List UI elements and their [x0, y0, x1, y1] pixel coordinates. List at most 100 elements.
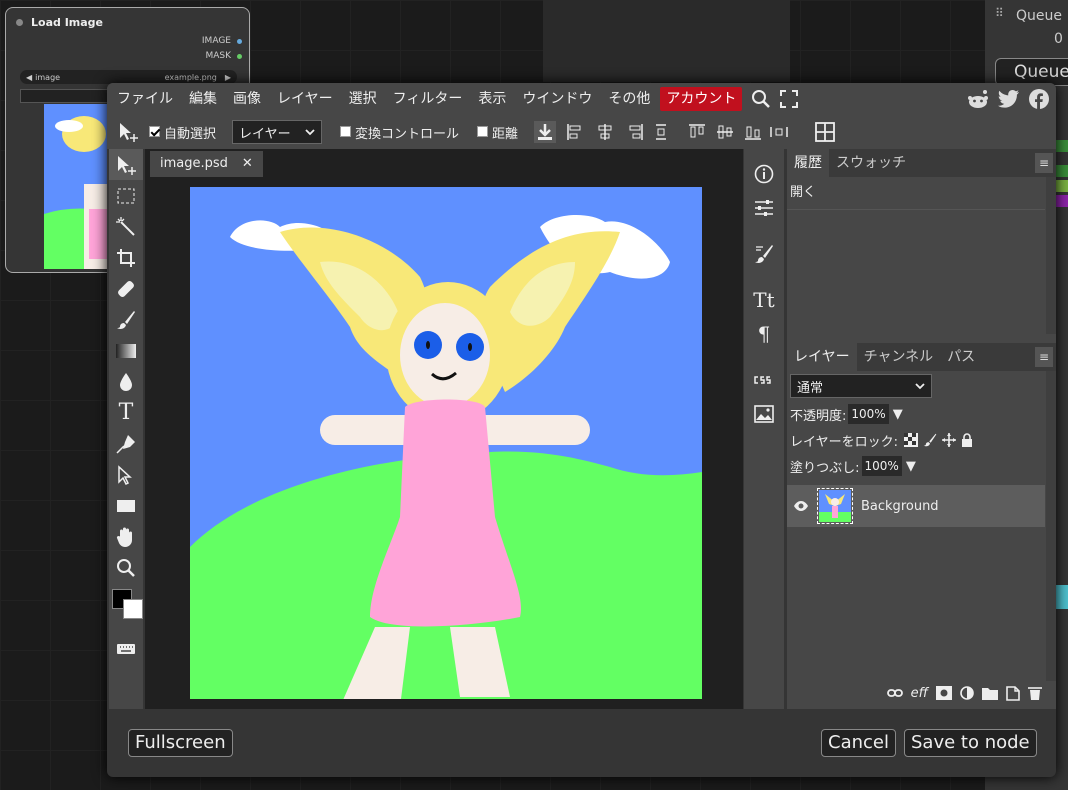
tab-layers[interactable]: レイヤー — [787, 343, 857, 371]
layers-panel-menu-icon[interactable]: ≡ — [1035, 347, 1053, 367]
tab-history[interactable]: 履歴 — [787, 149, 829, 177]
image-icon[interactable] — [744, 397, 784, 431]
distance-checkbox[interactable] — [477, 125, 492, 140]
combo-right-arrow-icon[interactable]: ▶ — [225, 73, 231, 82]
text-tool-icon[interactable]: T — [109, 397, 143, 428]
menu-edit[interactable]: 編集 — [183, 87, 223, 111]
shape-tool-icon[interactable] — [109, 490, 143, 521]
facebook-icon[interactable] — [1028, 88, 1050, 110]
delete-layer-icon[interactable] — [1028, 686, 1042, 701]
fill-dropdown-icon[interactable]: ▼ — [906, 459, 916, 474]
fullscreen-toggle-icon[interactable] — [778, 88, 800, 110]
align-top-icon[interactable] — [686, 121, 708, 143]
search-icon[interactable] — [750, 88, 772, 110]
document-tab[interactable]: image.psd ✕ — [150, 151, 263, 177]
info-icon[interactable] — [744, 157, 784, 191]
history-panel-menu-icon[interactable]: ≡ — [1035, 153, 1053, 173]
drag-handle-icon[interactable]: ⠿ — [995, 6, 1004, 20]
layer-row[interactable]: Background — [787, 485, 1045, 527]
transform-controls-check-icon[interactable] — [340, 125, 352, 137]
adjustment-layer-icon[interactable] — [960, 686, 974, 700]
image-combo[interactable]: ◀ image example.png ▶ — [20, 70, 237, 84]
combo-left-arrow-icon[interactable]: ◀ — [26, 73, 32, 82]
hand-tool-icon[interactable] — [109, 521, 143, 552]
eye-icon[interactable] — [793, 500, 809, 512]
output-mask[interactable]: MASK — [6, 51, 249, 66]
brush-settings-icon[interactable] — [744, 237, 784, 271]
tab-paths[interactable]: パス — [940, 343, 982, 371]
menu-file[interactable]: ファイル — [111, 87, 179, 111]
close-tab-icon[interactable]: ✕ — [242, 151, 253, 177]
menu-window[interactable]: ウインドウ — [516, 87, 598, 111]
lock-position-icon[interactable] — [942, 433, 956, 447]
character-icon[interactable]: Tt — [744, 283, 784, 317]
image-canvas[interactable] — [190, 187, 702, 699]
save-to-node-button[interactable]: Save to node — [904, 729, 1037, 757]
background-color[interactable] — [123, 599, 143, 619]
link-layers-icon[interactable] — [886, 688, 903, 698]
layer-mask-icon[interactable] — [936, 686, 952, 700]
queue-button[interactable]: Queue — [995, 58, 1068, 86]
grid-icon[interactable] — [814, 121, 836, 143]
path-select-icon[interactable] — [109, 459, 143, 490]
node-collapse-dot[interactable] — [16, 18, 23, 26]
marquee-tool-icon[interactable] — [109, 180, 143, 211]
reddit-icon[interactable] — [967, 88, 989, 110]
fill-input[interactable]: 100% — [861, 456, 902, 476]
magic-wand-icon[interactable] — [109, 211, 143, 242]
auto-select-checkbox[interactable] — [149, 125, 164, 140]
cancel-button[interactable]: Cancel — [821, 729, 896, 757]
menu-layer[interactable]: レイヤー — [271, 87, 339, 111]
healing-brush-icon[interactable] — [109, 273, 143, 304]
move-tool-icon[interactable] — [109, 149, 143, 180]
layer-effects-icon[interactable]: eff — [911, 686, 928, 701]
brush-tool-icon[interactable] — [109, 304, 143, 335]
new-group-icon[interactable] — [982, 687, 998, 700]
lock-transparency-icon[interactable] — [904, 433, 918, 447]
auto-select-check-icon[interactable] — [149, 125, 160, 137]
output-image[interactable]: IMAGE — [6, 36, 249, 51]
transform-controls-label: 変換コントロール — [355, 126, 460, 142]
menu-account[interactable]: アカウント — [660, 87, 743, 111]
blur-tool-icon[interactable] — [109, 366, 143, 397]
color-swatches[interactable] — [109, 583, 143, 633]
paragraph-icon[interactable]: ¶ — [744, 317, 784, 351]
distribute-v-icon[interactable] — [650, 121, 672, 143]
menu-select[interactable]: 選択 — [343, 87, 383, 111]
history-item[interactable]: 開く — [787, 177, 1056, 203]
menu-image[interactable]: 画像 — [227, 87, 267, 111]
css-icon[interactable] — [744, 363, 784, 397]
distance-check-icon[interactable] — [477, 125, 489, 137]
tab-channels[interactable]: チャンネル — [857, 343, 941, 371]
layer-target-select[interactable]: レイヤー — [232, 120, 323, 144]
lock-all-icon[interactable] — [961, 433, 973, 447]
history-scrollbar[interactable] — [1046, 177, 1056, 334]
align-left-icon[interactable] — [564, 121, 586, 143]
keyboard-icon[interactable] — [109, 633, 143, 664]
fullscreen-button[interactable]: Fullscreen — [128, 729, 233, 757]
opacity-input[interactable]: 100% — [848, 404, 889, 424]
opacity-dropdown-icon[interactable]: ▼ — [893, 407, 903, 422]
layers-scrollbar[interactable] — [1046, 371, 1056, 681]
tab-swatches[interactable]: スウォッチ — [829, 149, 913, 177]
new-layer-icon[interactable] — [1006, 685, 1020, 701]
distribute-h-icon[interactable] — [768, 121, 790, 143]
align-bottom-icon[interactable] — [742, 121, 764, 143]
menu-filter[interactable]: フィルター — [387, 87, 469, 111]
blend-mode-select[interactable]: 通常 — [790, 374, 932, 398]
menu-more[interactable]: その他 — [602, 87, 656, 111]
align-middle-v-icon[interactable] — [714, 121, 736, 143]
align-right-icon[interactable] — [624, 121, 646, 143]
transform-controls-checkbox[interactable] — [340, 125, 355, 140]
twitter-icon[interactable] — [998, 88, 1020, 110]
zoom-tool-icon[interactable] — [109, 552, 143, 583]
gradient-tool-icon[interactable] — [109, 335, 143, 366]
download-icon[interactable] — [534, 121, 557, 143]
pen-tool-icon[interactable] — [109, 428, 143, 459]
lock-pixels-icon[interactable] — [923, 433, 937, 447]
blend-mode-value: 通常 — [797, 380, 824, 396]
crop-tool-icon[interactable] — [109, 242, 143, 273]
align-center-h-icon[interactable] — [594, 121, 616, 143]
adjustments-icon[interactable] — [744, 191, 784, 225]
menu-view[interactable]: 表示 — [472, 87, 512, 111]
